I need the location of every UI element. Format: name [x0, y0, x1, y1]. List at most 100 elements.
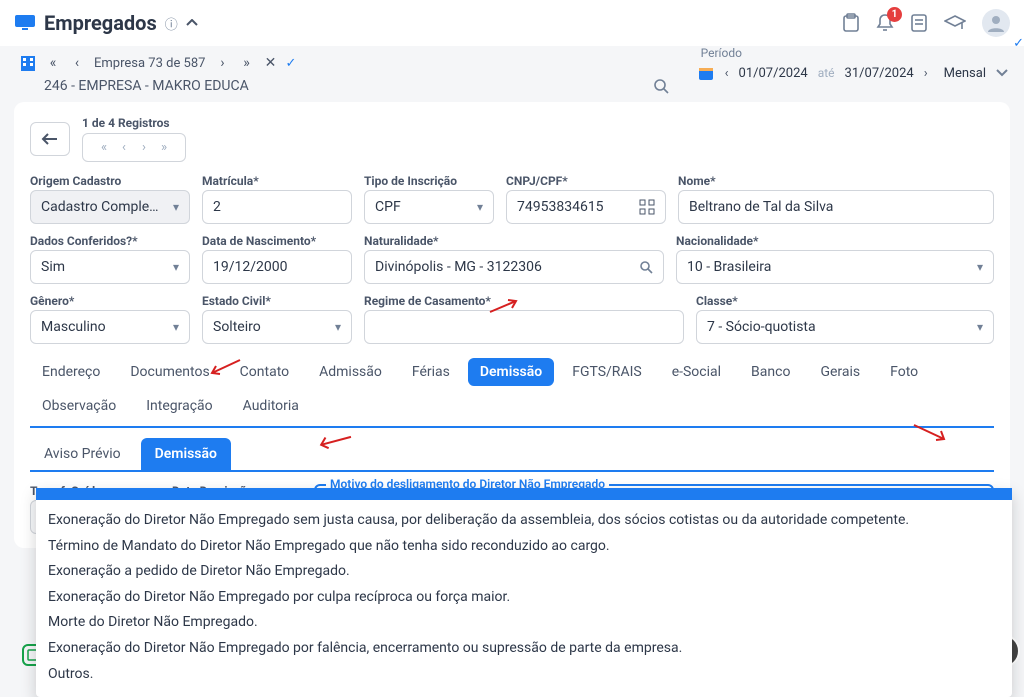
cnpj-label: CNPJ/CPF* [506, 174, 666, 188]
monitor-icon [14, 14, 36, 32]
tab-observa-o[interactable]: Observação [30, 392, 128, 420]
tab-endere-o[interactable]: Endereço [30, 358, 112, 386]
records-prev-icon[interactable]: ‹ [115, 140, 133, 155]
tab-f-rias[interactable]: Férias [400, 358, 462, 386]
records-pager: « ‹ › » [82, 133, 186, 162]
subtabs: Aviso PrévioDemissão [30, 438, 994, 472]
search-icon[interactable] [639, 260, 653, 274]
tab-auditoria[interactable]: Auditoria [231, 392, 311, 420]
period-check-icon[interactable]: ✓ [1013, 36, 1024, 51]
tab-banco[interactable]: Banco [739, 358, 802, 386]
nome-label: Nome* [678, 174, 994, 188]
tab-foto[interactable]: Foto [878, 358, 930, 386]
info-icon[interactable]: ⓘ [165, 14, 178, 33]
regime-label: Regime de Casamento* [364, 294, 684, 308]
building-icon [20, 54, 36, 72]
tab-documentos[interactable]: Documentos [118, 358, 221, 386]
calendar-icon[interactable] [697, 64, 715, 82]
dropdown-option[interactable]: Término de Mandato do Diretor Não Empreg… [48, 534, 1000, 560]
dropdown-option[interactable]: Exoneração do Diretor Não Empregado sem … [48, 508, 1000, 534]
period-end: 31/07/2024 [845, 66, 914, 81]
period-type-chevron-icon[interactable] [996, 69, 1008, 77]
tab-admiss-o[interactable]: Admissão [307, 358, 394, 386]
period-next-icon[interactable]: › [924, 66, 928, 81]
chevron-down-icon: ▾ [977, 260, 983, 274]
tipo-inscricao-select[interactable]: CPF ▾ [364, 190, 494, 224]
origem-select[interactable]: Cadastro Comple… ▾ [30, 190, 190, 224]
clipboard-icon[interactable] [842, 13, 860, 33]
chevron-down-icon: ▾ [173, 260, 179, 274]
dropdown-list: Exoneração do Diretor Não Empregado sem … [36, 500, 1012, 697]
chevron-down-icon: ▾ [173, 200, 179, 214]
title-caret-icon[interactable] [186, 19, 198, 27]
tabs-divider [30, 426, 994, 428]
company-next-icon[interactable]: › [213, 55, 231, 71]
period-prev-icon[interactable]: ‹ [725, 66, 729, 81]
page-title: Empregados [44, 11, 157, 35]
origem-label: Origem Cadastro [30, 174, 190, 188]
matricula-label: Matrícula* [202, 174, 352, 188]
classe-label: Classe* [696, 294, 994, 308]
records-next-icon[interactable]: › [135, 140, 153, 155]
company-pager: Empresa 73 de 587 [94, 56, 205, 71]
tabs: EndereçoDocumentosContatoAdmissãoFériasD… [30, 358, 994, 420]
matricula-input[interactable]: 2 [202, 190, 352, 224]
nascimento-input[interactable]: 19/12/2000 [202, 250, 352, 284]
company-check-icon[interactable]: ✓ [285, 56, 296, 71]
tab-demiss-o[interactable]: Demissão [468, 358, 554, 386]
tab-gerais[interactable]: Gerais [808, 358, 872, 386]
genero-label: Gênero* [30, 294, 190, 308]
period-ate: até [818, 66, 835, 80]
avatar[interactable] [982, 9, 1010, 37]
chevron-down-icon: ▾ [173, 320, 179, 334]
note-icon[interactable] [910, 13, 928, 33]
nascimento-label: Data de Nascimento* [202, 234, 352, 248]
naturalidade-input[interactable]: Divinópolis - MG - 3122306 [364, 250, 664, 284]
subtab-aviso-pr-vio[interactable]: Aviso Prévio [30, 438, 135, 470]
employee-card: 1 de 4 Registros « ‹ › » Origem Cadastro… [14, 102, 1010, 548]
estado-civil-label: Estado Civil* [202, 294, 352, 308]
bell-icon[interactable]: 1 [876, 13, 894, 33]
dropdown-option[interactable]: Exoneração a pedido de Diretor Não Empre… [48, 559, 1000, 585]
company-last-icon[interactable]: » [237, 55, 255, 71]
company-search-icon[interactable] [653, 78, 669, 94]
dropdown-option[interactable]: Exoneração do Diretor Não Empregado por … [48, 585, 1000, 611]
nacionalidade-label: Nacionalidade* [676, 234, 994, 248]
topbar: Empregados ⓘ 1 [0, 0, 1024, 46]
tipo-inscricao-label: Tipo de Inscrição [364, 174, 494, 188]
chevron-down-icon: ▾ [977, 320, 983, 334]
back-button[interactable] [30, 122, 70, 156]
period-label: Período [697, 46, 1008, 60]
genero-select[interactable]: Masculino ▾ [30, 310, 190, 344]
chevron-down-icon: ▾ [477, 200, 483, 214]
dropdown-option[interactable]: Morte do Diretor Não Empregado. [48, 610, 1000, 636]
tab-contato[interactable]: Contato [228, 358, 301, 386]
company-prev-icon[interactable]: ‹ [68, 55, 86, 71]
company-first-icon[interactable]: « [44, 55, 62, 71]
records-last-icon[interactable]: » [155, 140, 173, 155]
notification-badge: 1 [887, 7, 902, 22]
classe-select[interactable]: 7 - Sócio-quotista ▾ [696, 310, 994, 344]
tab-e-social[interactable]: e-Social [660, 358, 733, 386]
nome-input[interactable]: Beltrano de Tal da Silva [678, 190, 994, 224]
conferidos-select[interactable]: Sim ▾ [30, 250, 190, 284]
records-first-icon[interactable]: « [95, 140, 113, 155]
tab-integra-o[interactable]: Integração [134, 392, 224, 420]
conferidos-label: Dados Conferidos?* [30, 234, 190, 248]
company-name: 246 - EMPRESA - MAKRO EDUCA [44, 78, 249, 94]
nacionalidade-select[interactable]: 10 - Brasileira ▾ [676, 250, 994, 284]
estado-civil-select[interactable]: Solteiro ▾ [202, 310, 352, 344]
motivo-dropdown: Exoneração do Diretor Não Empregado sem … [36, 488, 1012, 697]
period-start: 01/07/2024 [739, 66, 808, 81]
regime-input[interactable] [364, 310, 684, 344]
cnpj-input[interactable]: 74953834615 [506, 190, 666, 224]
subtab-demiss-o[interactable]: Demissão [141, 438, 231, 470]
period-type: Mensal [944, 66, 986, 81]
dropdown-option[interactable]: Exoneração do Diretor Não Empregado por … [48, 636, 1000, 662]
tab-fgts-rais[interactable]: FGTS/RAIS [560, 358, 654, 386]
company-close-icon[interactable]: ✕ [261, 55, 279, 71]
chevron-down-icon: ▾ [335, 320, 341, 334]
graduation-icon[interactable] [944, 14, 966, 32]
dropdown-option[interactable]: Outros. [48, 662, 1000, 688]
qr-icon[interactable] [639, 199, 655, 215]
